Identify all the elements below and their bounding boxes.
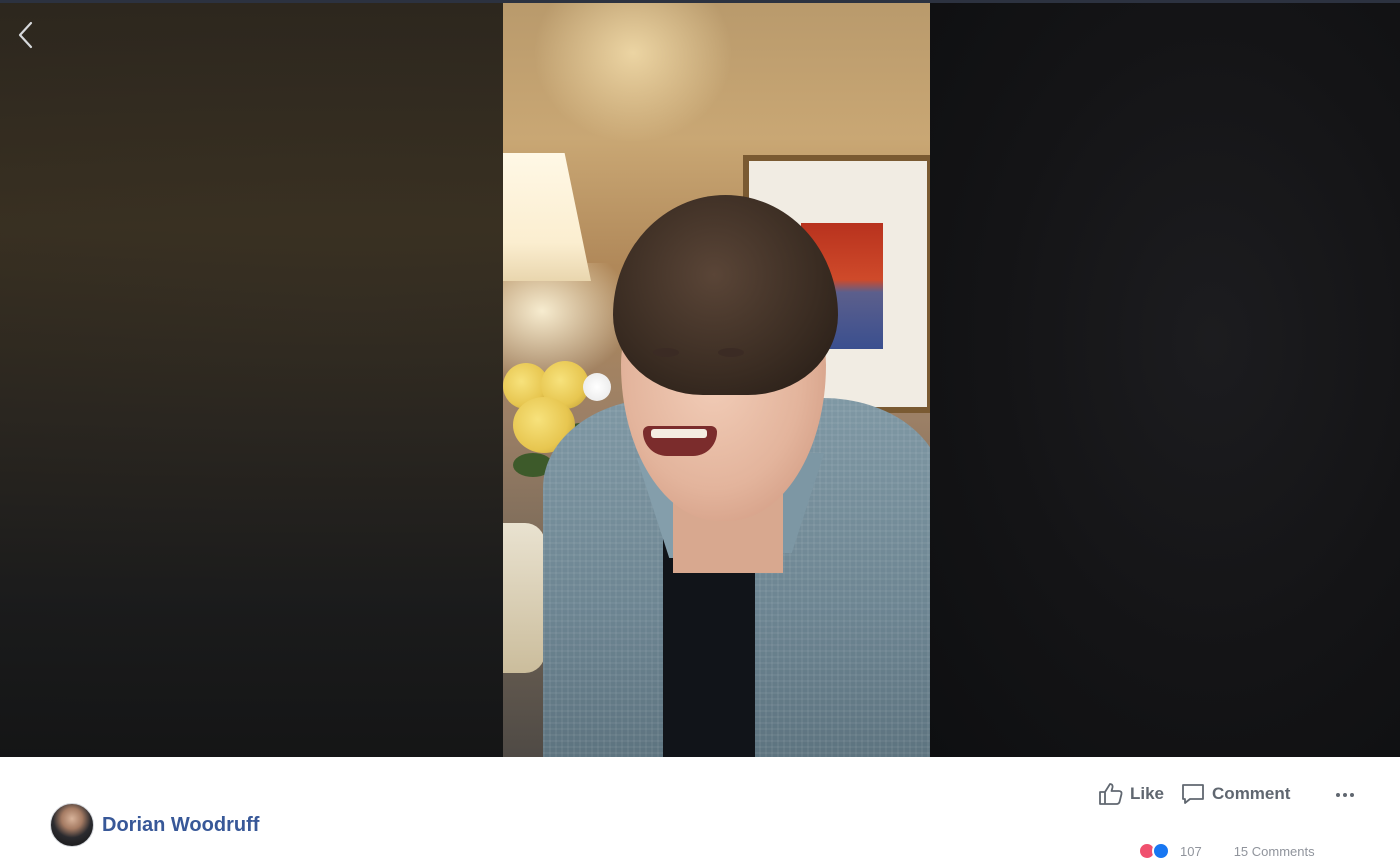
avatar[interactable] <box>50 803 94 847</box>
like-label: Like <box>1130 784 1165 803</box>
reaction-summary[interactable]: 107 15 Comments <box>1138 842 1315 860</box>
back-button[interactable] <box>12 18 40 52</box>
lamp-shade <box>503 153 591 281</box>
video-player[interactable] <box>503 3 930 757</box>
thumbs-up-icon <box>1099 783 1123 805</box>
backdrop-right <box>930 0 1400 757</box>
person-mouth <box>643 426 717 456</box>
back-chevron-icon <box>18 21 33 49</box>
comment-count[interactable]: 15 Comments <box>1234 844 1315 859</box>
reaction-count: 107 <box>1180 843 1202 859</box>
post-actions: Like Comment <box>1098 782 1306 806</box>
vase <box>503 523 545 673</box>
like-button[interactable]: Like <box>1098 782 1164 806</box>
more-options-icon <box>1336 793 1354 797</box>
author-name-link[interactable]: Dorian Woodruff <box>102 814 259 837</box>
comment-label: Comment <box>1212 784 1291 803</box>
backdrop-left <box>0 0 503 757</box>
post-author: Dorian Woodruff <box>50 803 259 847</box>
comment-button[interactable]: Comment <box>1180 782 1290 806</box>
media-viewer <box>0 0 1400 757</box>
more-options-button[interactable] <box>1331 784 1359 806</box>
comment-bubble-icon <box>1182 784 1204 804</box>
like-reaction-icon <box>1152 842 1170 860</box>
